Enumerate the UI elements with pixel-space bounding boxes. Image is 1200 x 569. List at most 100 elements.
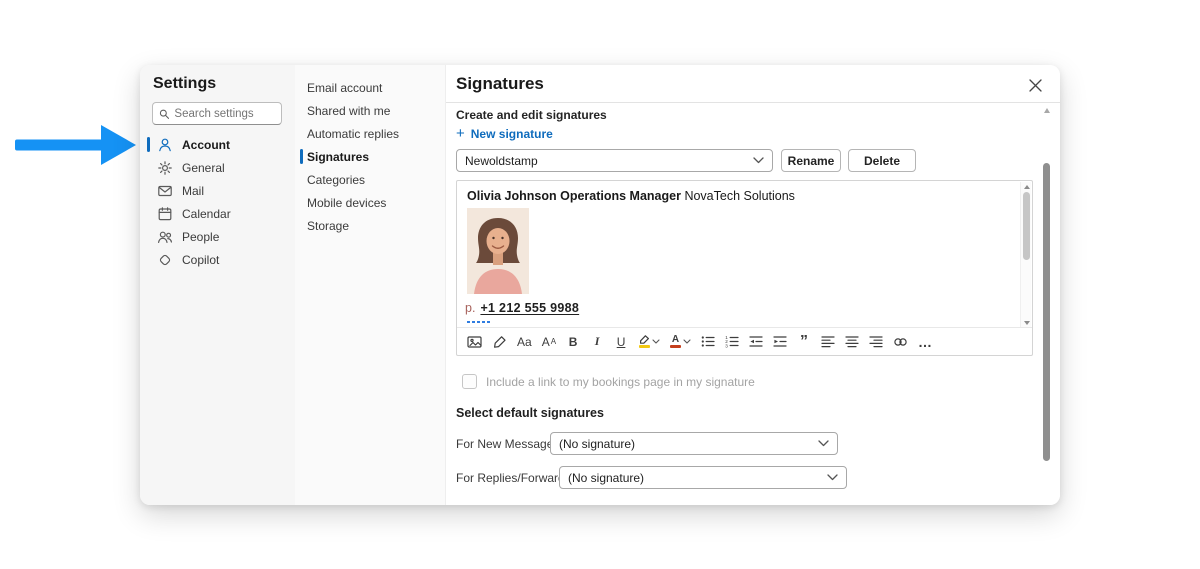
delete-button[interactable]: Delete <box>848 149 916 172</box>
subnav-item-storage[interactable]: Storage <box>300 214 440 237</box>
panel-scrollbar[interactable] <box>1043 103 1051 500</box>
font-size-glyph: A <box>541 334 550 349</box>
people-icon <box>158 231 172 243</box>
bullet-list-button[interactable] <box>701 332 715 352</box>
subnav-item-email-account[interactable]: Email account <box>300 76 440 99</box>
editor-scroll-thumb[interactable] <box>1023 192 1030 260</box>
sidebar-item-people[interactable]: People <box>146 225 289 248</box>
sidebar-item-general[interactable]: General <box>146 156 289 179</box>
signature-photo <box>467 208 529 294</box>
spellcheck-underline <box>467 321 491 323</box>
new-messages-select[interactable]: (No signature) <box>550 432 838 455</box>
phone-prefix: p. <box>465 301 476 315</box>
highlight-button[interactable] <box>638 332 660 352</box>
account-subnav: Email account Shared with me Automatic r… <box>295 65 445 505</box>
sidebar-item-account[interactable]: Account <box>146 133 289 156</box>
page-title: Signatures <box>456 74 544 93</box>
more-options-button[interactable]: … <box>918 332 933 352</box>
increase-indent-button[interactable] <box>773 332 787 352</box>
calendar-icon <box>158 206 172 220</box>
editor-scrollbar[interactable] <box>1020 182 1031 328</box>
decrease-indent-icon <box>749 336 763 347</box>
copilot-icon <box>159 254 171 265</box>
chevron-down-icon <box>683 339 691 344</box>
gear-icon <box>158 160 172 175</box>
font-color-button[interactable]: A <box>670 332 691 352</box>
chevron-down-icon <box>827 474 838 481</box>
sidebar-item-calendar[interactable]: Calendar <box>146 202 289 225</box>
replies-forwards-select[interactable]: (No signature) <box>559 466 847 489</box>
replies-forwards-label: For Replies/Forwards: <box>456 471 575 485</box>
underline-button[interactable]: U <box>614 332 628 352</box>
insert-image-button[interactable] <box>467 332 482 352</box>
signatures-panel: Signatures Create and edit signatures + … <box>445 65 1060 505</box>
insert-link-button[interactable] <box>893 332 908 352</box>
subnav-item-mobile-devices[interactable]: Mobile devices <box>300 191 440 214</box>
scroll-up-icon[interactable] <box>1023 185 1030 189</box>
font-size-button[interactable]: AA <box>542 332 556 352</box>
close-icon <box>1028 78 1042 92</box>
subnav-item-automatic-replies[interactable]: Automatic replies <box>300 122 440 145</box>
sidebar-item-label: People <box>182 229 220 244</box>
panel-header: Signatures <box>446 65 1060 103</box>
screen: Settings Account General <box>0 0 1200 569</box>
bold-button[interactable]: B <box>566 332 580 352</box>
scroll-up-icon[interactable] <box>1043 108 1050 113</box>
highlight-icon <box>638 335 650 348</box>
sidebar-item-label: Account <box>182 137 230 152</box>
italic-button[interactable]: I <box>590 332 604 352</box>
sidebar-item-label: Copilot <box>182 252 220 267</box>
align-center-button[interactable] <box>845 332 859 352</box>
person-icon <box>159 138 171 151</box>
sidebar-item-label: Mail <box>182 183 205 198</box>
subnav-item-shared-with-me[interactable]: Shared with me <box>300 99 440 122</box>
subnav-item-signatures[interactable]: Signatures <box>300 145 440 168</box>
signature-editor[interactable]: Olivia Johnson Operations Manager NovaTe… <box>456 180 1033 356</box>
bookings-checkbox[interactable] <box>462 374 477 389</box>
subnav-label: Mobile devices <box>307 195 387 210</box>
align-right-button[interactable] <box>869 332 883 352</box>
signature-select[interactable]: Newoldstamp <box>456 149 773 172</box>
subnav-label: Signatures <box>307 149 370 164</box>
brush-icon <box>494 335 506 348</box>
settings-title: Settings <box>153 75 217 92</box>
align-left-icon <box>821 336 835 348</box>
sidebar-item-mail[interactable]: Mail <box>146 179 289 202</box>
sidebar-item-label: Calendar <box>182 206 231 221</box>
subnav-label: Automatic replies <box>307 126 400 141</box>
signature-select-value: Newoldstamp <box>465 153 538 168</box>
chevron-down-icon <box>753 157 764 164</box>
numbered-list-button[interactable]: 1 2 3 <box>725 332 739 352</box>
signature-name: Olivia Johnson <box>467 189 557 203</box>
decrease-indent-button[interactable] <box>749 332 763 352</box>
bookings-label: Include a link to my bookings page in my… <box>486 374 755 389</box>
panel-content: Create and edit signatures + New signatu… <box>446 103 1060 505</box>
new-signature-label: New signature <box>470 127 553 141</box>
create-section-heading: Create and edit signatures <box>456 108 607 122</box>
panel-scroll-thumb[interactable] <box>1043 163 1050 461</box>
sidebar-item-copilot[interactable]: Copilot <box>146 248 289 271</box>
close-button[interactable] <box>1022 72 1048 98</box>
align-right-icon <box>869 336 883 348</box>
align-left-button[interactable] <box>821 332 835 352</box>
subnav-item-categories[interactable]: Categories <box>300 168 440 191</box>
subnav-label: Shared with me <box>307 103 391 118</box>
format-painter-button[interactable] <box>492 332 507 352</box>
settings-search[interactable] <box>152 102 282 125</box>
signature-text: Olivia Johnson Operations Manager NovaTe… <box>467 189 795 203</box>
search-icon <box>159 109 170 119</box>
search-input[interactable] <box>174 107 275 120</box>
font-case-button[interactable]: Aa <box>517 332 532 352</box>
numbered-list-icon: 1 2 3 <box>725 335 739 348</box>
sidebar-item-label: General <box>182 160 225 175</box>
phone-number-link[interactable]: +1 212 555 9988 <box>480 301 579 315</box>
increase-indent-icon <box>773 336 787 347</box>
rename-button[interactable]: Rename <box>781 149 841 172</box>
signature-phone: p. +1 212 555 9988 <box>465 301 579 315</box>
scroll-down-icon[interactable] <box>1023 321 1030 325</box>
quote-button[interactable]: ” <box>797 332 811 352</box>
new-signature-button[interactable]: + New signature <box>456 125 553 142</box>
replies-forwards-value: (No signature) <box>568 470 645 485</box>
bullet-list-icon <box>701 336 715 347</box>
plus-icon: + <box>456 125 465 142</box>
